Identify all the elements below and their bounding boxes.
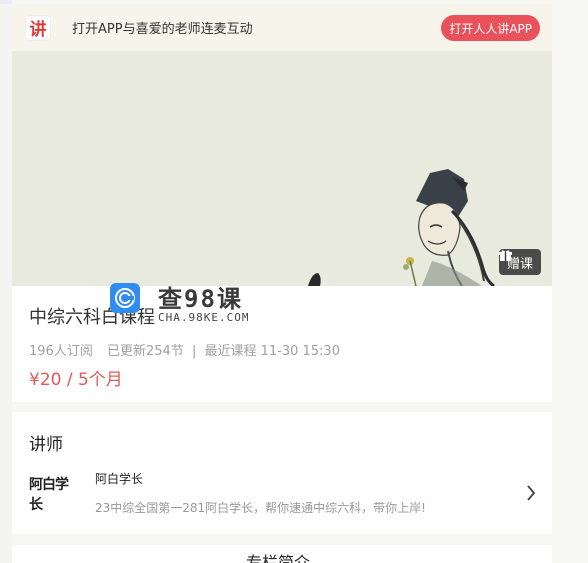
- chevron-right-icon[interactable]: [526, 484, 536, 502]
- teacher-description: 23中综全国第一281阿白学长，帮你速通中综六科，带你上岸!: [95, 501, 426, 515]
- teacher-section-title: 讲师: [29, 435, 63, 455]
- gift-icon: [498, 250, 512, 261]
- open-app-button[interactable]: 打开人人讲APP: [441, 15, 540, 41]
- course-info-card: 中综六科白课程 196人订阅 已更新254节 | 最近课程 11-30 15:3…: [12, 286, 552, 402]
- right-gutter: [552, 0, 588, 563]
- teacher-row[interactable]: 阿白学长 阿白学长 23中综全国第一281阿白学长，帮你速通中综六科，带你上岸!: [12, 462, 552, 524]
- update-count: 已更新254节: [106, 344, 184, 359]
- recent-course-time: 最近课程 11-30 15:30: [204, 344, 340, 359]
- course-cover-image: 赠课: [12, 51, 552, 286]
- subscriber-count: 196人订阅: [29, 344, 93, 359]
- intro-section-title: 专栏简介: [246, 553, 311, 563]
- course-meta: 196人订阅 已更新254节 | 最近课程 11-30 15:30: [29, 340, 350, 359]
- watermark-subtitle: CHA.98KE.COM: [158, 311, 250, 324]
- teacher-card: 讲师 阿白学长 阿白学长 23中综全国第一281阿白学长，帮你速通中综六科，带你…: [12, 412, 552, 534]
- ink-painting-illustration: [308, 169, 495, 286]
- teacher-avatar: 阿白学长: [29, 477, 69, 513]
- meta-separator: |: [191, 344, 197, 359]
- watermark-logo-icon: [110, 283, 140, 313]
- banner-text: 打开APP与喜爱的老师连麦互动: [72, 22, 253, 37]
- intro-section-card: 专栏简介: [12, 545, 552, 563]
- watermark-title: 查98课: [158, 285, 243, 313]
- course-price: ¥20 / 5个月: [29, 370, 123, 390]
- gift-course-button[interactable]: 赠课: [498, 249, 541, 275]
- app-logo: 讲: [26, 15, 50, 40]
- site-watermark: 查98课 CHA.98KE.COM: [108, 279, 268, 329]
- app-download-banner: 讲 打开APP与喜爱的老师连麦互动 打开人人讲APP: [12, 4, 552, 51]
- teacher-name: 阿白学长: [95, 472, 144, 486]
